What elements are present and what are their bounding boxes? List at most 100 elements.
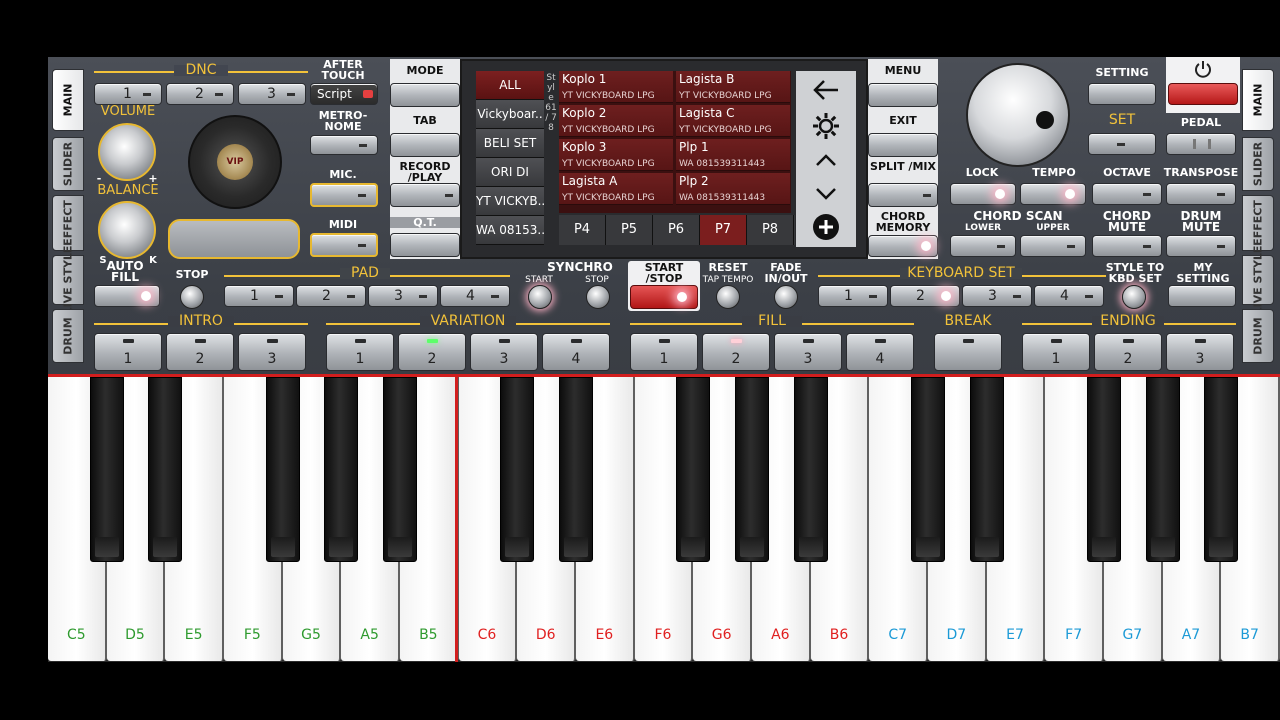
tab-effect-right[interactable]: EFFECT bbox=[1242, 195, 1274, 251]
black-key[interactable] bbox=[911, 377, 945, 562]
page-tab-p6[interactable]: P6 bbox=[653, 215, 700, 245]
chevron-up-icon[interactable] bbox=[814, 153, 838, 169]
pad-button-1[interactable]: 1 bbox=[224, 285, 294, 307]
page-tab-p5[interactable]: P5 bbox=[606, 215, 653, 245]
chord-memory-button[interactable] bbox=[868, 235, 938, 257]
exit-button[interactable] bbox=[868, 133, 938, 157]
drum-mute-button[interactable] bbox=[1166, 235, 1236, 257]
category-all[interactable]: ALL bbox=[476, 71, 544, 100]
reset-button[interactable] bbox=[716, 285, 740, 309]
pad-button-3[interactable]: 3 bbox=[368, 285, 438, 307]
intro-button-3[interactable]: 3 bbox=[238, 333, 306, 371]
chevron-down-icon[interactable] bbox=[814, 185, 838, 201]
tab-live-style-left[interactable]: LIVE STYLE bbox=[52, 246, 84, 314]
tab-main-right[interactable]: MAIN bbox=[1242, 69, 1274, 131]
plus-icon[interactable] bbox=[812, 213, 840, 241]
category-wa[interactable]: WA 08153.. bbox=[476, 216, 544, 245]
page-tab-p7[interactable]: P7 bbox=[700, 215, 747, 245]
power-button[interactable] bbox=[1168, 83, 1238, 105]
chord-scan-upper-button[interactable] bbox=[1020, 235, 1086, 257]
intro-button-2[interactable]: 2 bbox=[166, 333, 234, 371]
metronome-button[interactable] bbox=[310, 135, 378, 155]
style-item[interactable]: Koplo 3 YT VICKYBOARD LPG bbox=[559, 139, 673, 171]
midi-button[interactable] bbox=[310, 233, 378, 257]
style-item[interactable]: Lagista C YT VICKYBOARD LPG bbox=[676, 105, 790, 137]
category-vickyboard[interactable]: Vickyboar.. bbox=[476, 100, 544, 129]
pedal-button[interactable] bbox=[1166, 133, 1236, 155]
dnc-button-1[interactable]: 1 bbox=[94, 83, 162, 105]
category-yt-vickyboard[interactable]: YT VICKYB.. bbox=[476, 187, 544, 216]
fill-button-4[interactable]: 4 bbox=[846, 333, 914, 371]
intro-button-1[interactable]: 1 bbox=[94, 333, 162, 371]
black-key[interactable] bbox=[969, 377, 1004, 562]
tab-live-style-right[interactable]: LIVE STYLE bbox=[1242, 246, 1274, 314]
variation-button-3[interactable]: 3 bbox=[470, 333, 538, 371]
tab-button[interactable] bbox=[390, 133, 460, 157]
transpose-button[interactable] bbox=[1166, 183, 1236, 205]
tab-main-left[interactable]: MAIN bbox=[52, 69, 84, 131]
tab-slider-left[interactable]: SLIDER bbox=[52, 137, 84, 191]
dnc-button-3[interactable]: 3 bbox=[238, 83, 306, 105]
category-beli-set[interactable]: BELI SET bbox=[476, 129, 544, 158]
dnc-button-2[interactable]: 2 bbox=[166, 83, 234, 105]
fill-button-1[interactable]: 1 bbox=[630, 333, 698, 371]
ending-button-1[interactable]: 1 bbox=[1022, 333, 1090, 371]
kbd-set-button-4[interactable]: 4 bbox=[1034, 285, 1104, 307]
black-key[interactable] bbox=[89, 377, 124, 562]
qt-button[interactable] bbox=[390, 233, 460, 257]
variation-button-1[interactable]: 1 bbox=[326, 333, 394, 371]
black-key[interactable] bbox=[793, 377, 828, 562]
start-stop-button[interactable] bbox=[630, 285, 698, 309]
set-button[interactable] bbox=[1088, 133, 1156, 155]
kbd-set-button-3[interactable]: 3 bbox=[962, 285, 1032, 307]
setting-button[interactable] bbox=[1088, 83, 1156, 105]
lock-button[interactable] bbox=[950, 183, 1016, 205]
style-item[interactable]: Plp 2 WA 081539311443 bbox=[676, 173, 790, 205]
fill-button-2[interactable]: 2 bbox=[702, 333, 770, 371]
display-pad[interactable] bbox=[168, 219, 300, 259]
chord-scan-lower-button[interactable] bbox=[950, 235, 1016, 257]
octave-button[interactable] bbox=[1092, 183, 1162, 205]
style-item[interactable]: Koplo 1 YT VICKYBOARD LPG bbox=[559, 71, 673, 103]
pad-button-2[interactable]: 2 bbox=[296, 285, 366, 307]
style-item[interactable]: Lagista A YT VICKYBOARD LPG bbox=[559, 173, 673, 205]
style-item[interactable]: Koplo 2 YT VICKYBOARD LPG bbox=[559, 105, 673, 137]
auto-fill-button[interactable] bbox=[94, 285, 160, 307]
black-key[interactable] bbox=[1204, 377, 1239, 562]
variation-button-4[interactable]: 4 bbox=[542, 333, 610, 371]
mode-button[interactable] bbox=[390, 83, 460, 107]
kbd-set-button-1[interactable]: 1 bbox=[818, 285, 888, 307]
variation-button-2[interactable]: 2 bbox=[398, 333, 466, 371]
page-tab-p4[interactable]: P4 bbox=[559, 215, 606, 245]
black-key[interactable] bbox=[676, 377, 711, 562]
after-touch-button[interactable]: Script bbox=[310, 83, 378, 105]
fill-button-3[interactable]: 3 bbox=[774, 333, 842, 371]
tab-slider-right[interactable]: SLIDER bbox=[1242, 137, 1274, 191]
style-item[interactable]: Plp 1 WA 081539311443 bbox=[676, 139, 790, 171]
tab-effect-left[interactable]: EFFECT bbox=[52, 195, 84, 251]
synchro-start-button[interactable] bbox=[528, 285, 552, 309]
tab-drum-right[interactable]: DRUM bbox=[1242, 309, 1274, 363]
fade-button[interactable] bbox=[774, 285, 798, 309]
ending-button-2[interactable]: 2 bbox=[1094, 333, 1162, 371]
break-button[interactable] bbox=[934, 333, 1002, 371]
tab-drum-left[interactable]: DRUM bbox=[52, 309, 84, 363]
black-key[interactable] bbox=[265, 377, 300, 562]
mic-button[interactable] bbox=[310, 183, 378, 207]
black-key[interactable] bbox=[383, 377, 417, 562]
page-tab-p8[interactable]: P8 bbox=[747, 215, 794, 245]
category-ori-di[interactable]: ORI DI bbox=[476, 158, 544, 187]
black-key[interactable] bbox=[559, 377, 593, 562]
my-setting-button[interactable] bbox=[1168, 285, 1236, 307]
menu-button[interactable] bbox=[868, 83, 938, 107]
black-key[interactable] bbox=[1145, 377, 1180, 562]
ending-button-3[interactable]: 3 bbox=[1166, 333, 1234, 371]
tempo-button[interactable] bbox=[1020, 183, 1086, 205]
synchro-stop-button[interactable] bbox=[586, 285, 610, 309]
black-key[interactable] bbox=[735, 377, 769, 562]
black-key[interactable] bbox=[500, 377, 535, 562]
chord-mute-button[interactable] bbox=[1092, 235, 1162, 257]
style-item[interactable]: Lagista B YT VICKYBOARD LPG bbox=[676, 71, 790, 103]
record-play-button[interactable] bbox=[390, 183, 460, 207]
pad-button-4[interactable]: 4 bbox=[440, 285, 510, 307]
